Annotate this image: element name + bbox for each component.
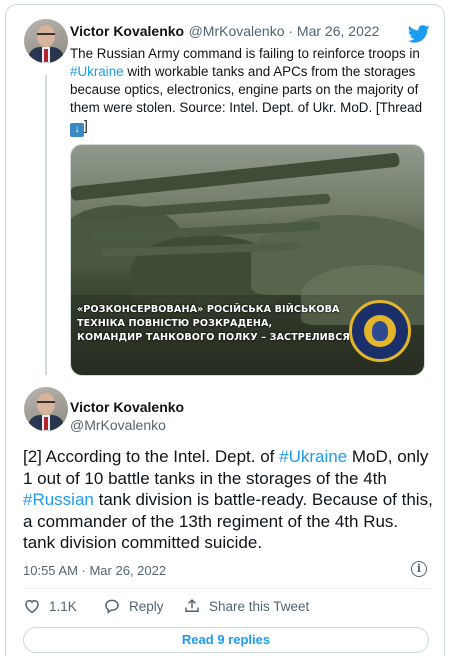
intelligence-emblem-icon xyxy=(349,300,411,362)
author-avatar[interactable] xyxy=(24,19,68,63)
tweet2-text-part: [2] According to the Intel. Dept. of xyxy=(23,447,280,466)
caption-line: КОМАНДИР ТАНКОВОГО ПОЛКУ – ЗАСТРЕЛИВСЯ xyxy=(77,332,350,343)
info-icon[interactable]: i xyxy=(411,561,427,577)
tweet1-header: Victor Kovalenko @MrKovalenko · Mar 26, … xyxy=(70,23,379,41)
down-arrow-emoji-icon: ↓ xyxy=(70,123,84,137)
divider xyxy=(23,588,433,589)
hashtag-ukraine-link[interactable]: #Ukraine xyxy=(279,447,347,466)
read-replies-button[interactable]: Read 9 replies xyxy=(23,627,429,653)
like-count: 1.1K xyxy=(49,598,77,614)
author-name[interactable]: Victor Kovalenko xyxy=(70,399,184,415)
tweet2-body: [2] According to the Intel. Dept. of #Uk… xyxy=(23,446,433,554)
image-caption: «РОЗКОНСЕРВОВАНА» РОСІЙСЬКА ВІЙСЬКОВА ТЕ… xyxy=(77,303,367,345)
share-icon xyxy=(185,598,199,612)
tweet1-body: The Russian Army command is failing to r… xyxy=(70,45,428,137)
tweet-image[interactable]: «РОЗКОНСЕРВОВАНА» РОСІЙСЬКА ВІЙСЬКОВА ТЕ… xyxy=(70,144,425,376)
hashtag-ukraine-link[interactable]: #Ukraine xyxy=(70,64,124,79)
tweet1-text-part: with workable tanks and APCs from the st… xyxy=(70,64,423,115)
reply-label: Reply xyxy=(129,598,164,614)
twitter-logo-icon[interactable] xyxy=(408,25,430,43)
author-handle[interactable]: @MrKovalenko xyxy=(70,417,166,433)
tweet1-text-part: The Russian Army command is failing to r… xyxy=(70,46,420,61)
thread-connector-line xyxy=(45,75,47,375)
share-label: Share this Tweet xyxy=(209,598,310,614)
tweet-card: Victor Kovalenko @MrKovalenko · Mar 26, … xyxy=(5,4,445,656)
hashtag-russian-link[interactable]: #Russian xyxy=(23,490,94,509)
caption-line: ТЕХНІКА ПОВНІСТЮ РОЗКРАДЕНА, xyxy=(77,318,273,329)
share-button[interactable]: Share this Tweet xyxy=(183,597,309,615)
author-handle-date[interactable]: @MrKovalenko · Mar 26, 2022 xyxy=(189,23,380,39)
like-button[interactable]: 1.1K xyxy=(23,597,77,615)
author-name[interactable]: Victor Kovalenko xyxy=(70,23,184,39)
reply-button[interactable]: Reply xyxy=(103,597,164,615)
tweet1-text-part: ] xyxy=(84,118,88,133)
heart-icon xyxy=(25,599,39,614)
author-avatar[interactable] xyxy=(24,387,68,431)
tweet-timestamp[interactable]: 10:55 AM · Mar 26, 2022 xyxy=(23,563,166,578)
reply-bubble-icon xyxy=(105,599,119,614)
caption-line: «РОЗКОНСЕРВОВАНА» РОСІЙСЬКА ВІЙСЬКОВА xyxy=(77,304,340,315)
